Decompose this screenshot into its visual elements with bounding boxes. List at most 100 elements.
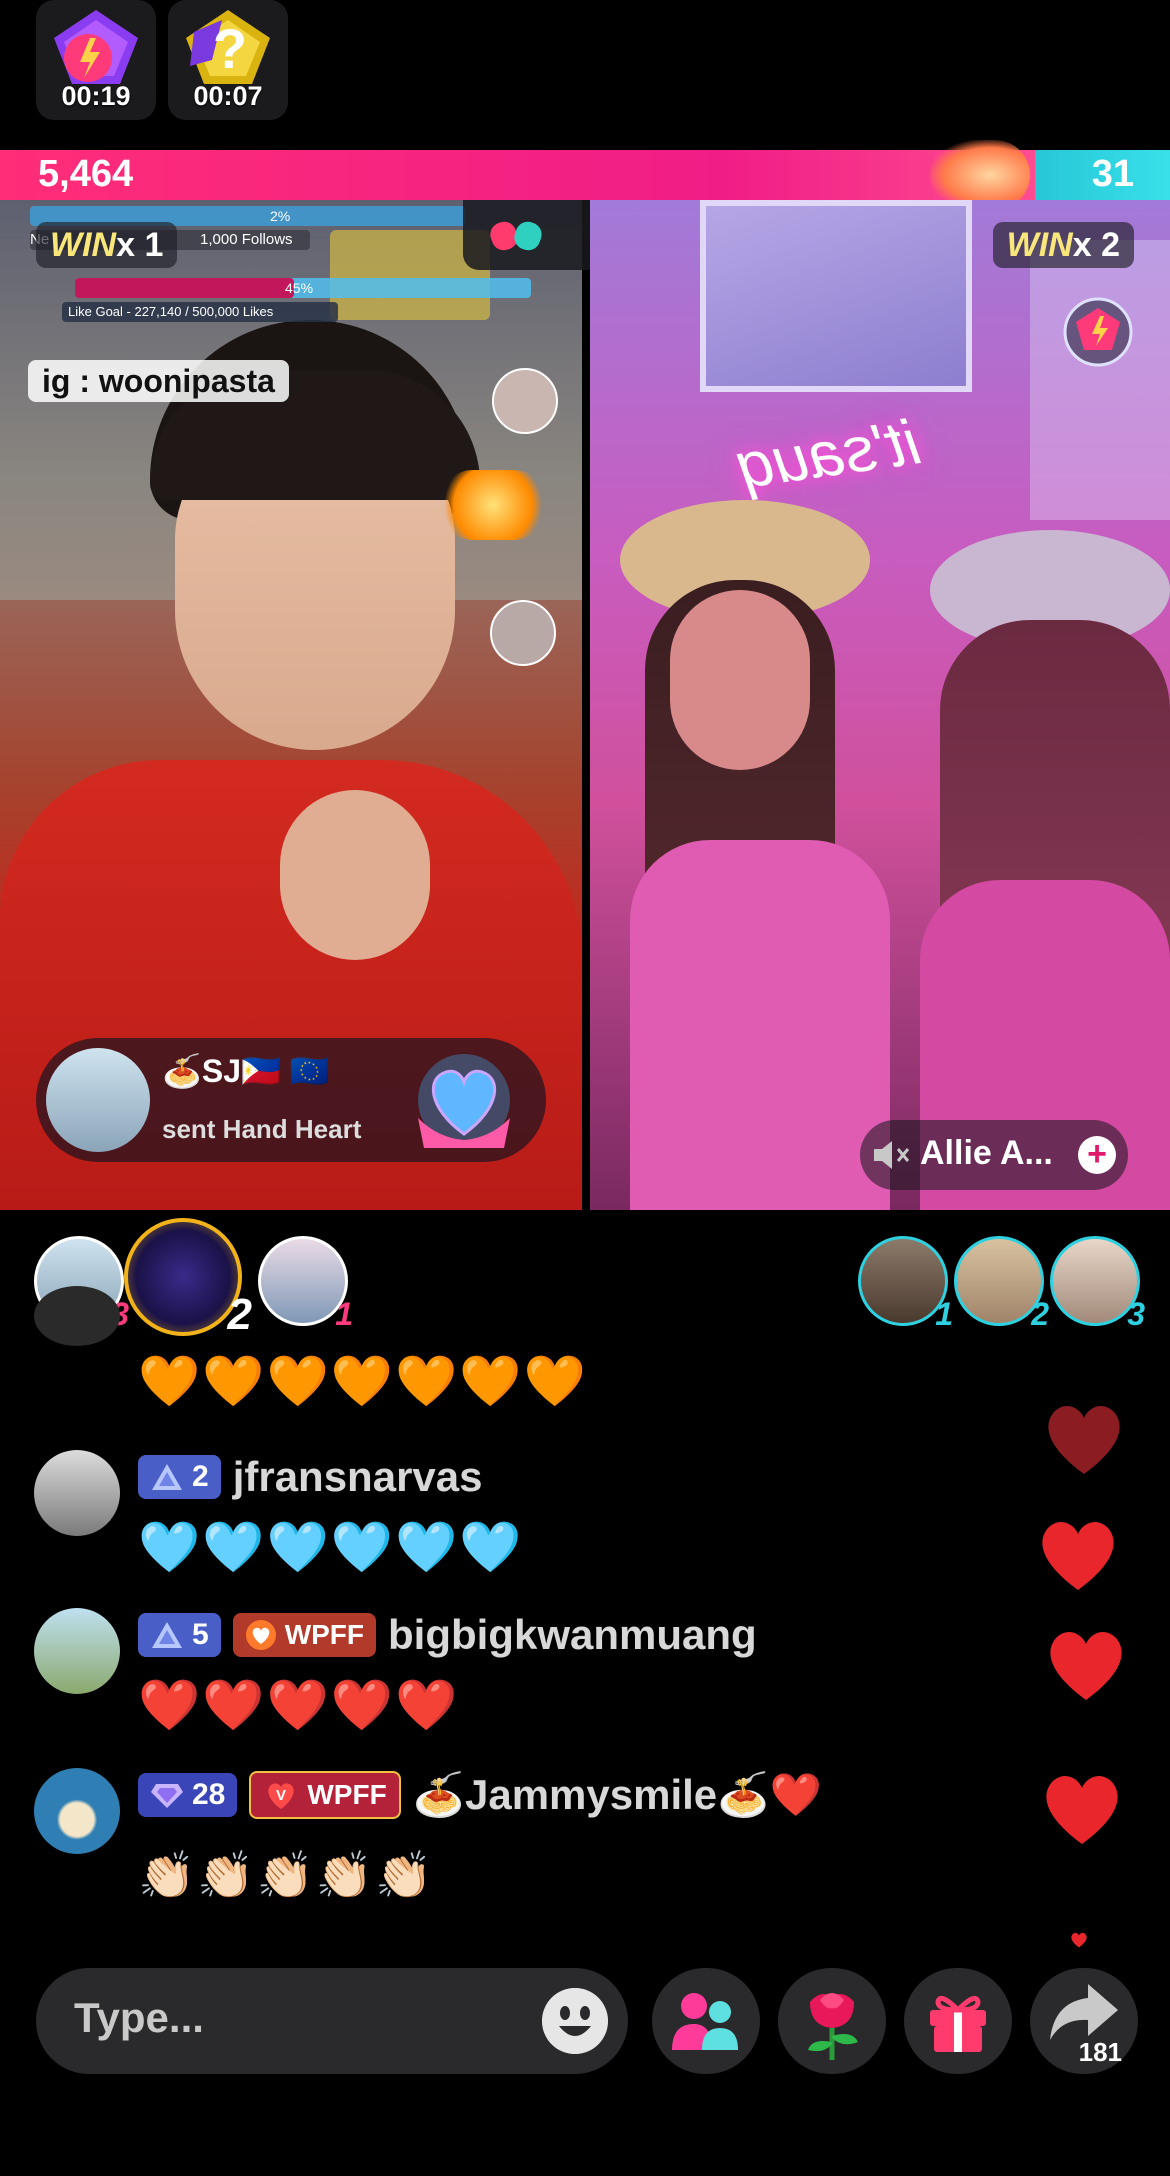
pasta-icon: 🍝 bbox=[162, 1053, 202, 1089]
multi-guest-icon bbox=[672, 1993, 738, 2050]
gift-sender-avatar bbox=[46, 1048, 150, 1152]
rose-icon bbox=[808, 1993, 858, 2060]
rose-gift-button[interactable] bbox=[778, 1968, 886, 2074]
fan-heart-icon bbox=[245, 1620, 276, 1650]
level-badge: 5 bbox=[138, 1613, 221, 1657]
gift-notification: 🍝SJ🇵🇭 🇪🇺 sent Hand Heart bbox=[36, 1038, 546, 1162]
fan-v-icon: V bbox=[268, 1783, 295, 1809]
level-number: 5 bbox=[192, 1618, 209, 1651]
like-goal-fill bbox=[75, 278, 294, 298]
gift-sender-name: 🍝SJ🇵🇭 🇪🇺 bbox=[162, 1052, 330, 1090]
pasta-sticker-icon bbox=[438, 470, 548, 540]
level-badge: 28 bbox=[138, 1773, 238, 1817]
chat-avatar bbox=[34, 1768, 120, 1854]
chat-username[interactable]: 🍝Jammysmile🍝❤️ bbox=[413, 1771, 822, 1820]
floating-heart-icon bbox=[1050, 1631, 1122, 1700]
win-count: x 1 bbox=[116, 226, 164, 264]
left-win-badge: WINx 1 bbox=[36, 222, 178, 268]
gift-sender-flags: 🇵🇭 🇪🇺 bbox=[240, 1053, 330, 1089]
boxing-gloves-icon bbox=[490, 221, 542, 251]
follow-goal-label-rest: 1,000 Follows bbox=[200, 231, 293, 248]
level-badge: 2 bbox=[138, 1455, 221, 1499]
chat-username[interactable]: bigbigkwanmuang bbox=[388, 1611, 757, 1659]
left-score-fill bbox=[0, 150, 1035, 200]
right-ranker-1[interactable]: 1 bbox=[858, 1236, 953, 1332]
rank-number: 3 bbox=[1127, 1296, 1145, 1332]
battle-score-bar: 5,464 31 bbox=[0, 140, 1170, 210]
fan-club-name: WPFF bbox=[307, 1779, 387, 1810]
chat-text: 🧡🧡🧡🧡🧡🧡🧡 bbox=[138, 1353, 588, 1409]
neon-sign: it'sauq bbox=[732, 405, 924, 503]
share-count: 181 bbox=[1078, 2037, 1122, 2067]
left-stream-video[interactable]: 2% Ne 1,000 Follows 45% Like Goal - 227,… bbox=[0, 200, 582, 1210]
right-stream-video[interactable]: it'sauq WINx 2 bbox=[590, 200, 1170, 1210]
chat-text: 👏🏻👏🏻👏🏻👏🏻👏🏻 bbox=[138, 1849, 435, 1901]
diamond-level-icon bbox=[151, 1784, 183, 1808]
lightning-boost-icon[interactable] bbox=[1062, 296, 1134, 368]
chat-message[interactable]: 2 jfransnarvas 🩵🩵🩵🩵🩵🩵 bbox=[34, 1450, 1084, 1600]
emoji-icon[interactable] bbox=[542, 1988, 608, 2054]
gift-sender-username: SJ bbox=[201, 1053, 241, 1089]
svg-text:V: V bbox=[276, 1787, 286, 1804]
chat-header: 5 WPFF bigbigkwanmuang bbox=[138, 1610, 757, 1660]
follow-goal-percent: 2% bbox=[270, 208, 291, 224]
timer-text: 00:19 bbox=[61, 81, 131, 111]
right-win-badge: WINx 2 bbox=[992, 222, 1134, 268]
right-host-pill[interactable]: Allie A... + bbox=[860, 1120, 1128, 1190]
win-word: WIN bbox=[50, 226, 117, 264]
share-button[interactable]: 181 bbox=[1030, 1968, 1138, 2074]
floating-heart-icon bbox=[1071, 1932, 1087, 1948]
left-score: 5,464 bbox=[38, 153, 134, 195]
floating-avatar bbox=[490, 600, 556, 666]
floating-heart-icon bbox=[1046, 1775, 1118, 1844]
fan-club-badge: WPFF bbox=[232, 1613, 376, 1657]
chat-text: ❤️❤️❤️❤️❤️ bbox=[138, 1677, 460, 1733]
chat-message[interactable]: 5 WPFF bigbigkwanmuang ❤️❤️❤️❤️❤️ bbox=[34, 1608, 1084, 1768]
question-timer-badge[interactable]: ? 00:07 bbox=[168, 0, 288, 120]
level-number: 28 bbox=[192, 1778, 226, 1811]
gift-button[interactable] bbox=[904, 1968, 1012, 2074]
comment-input[interactable]: Type... bbox=[36, 1968, 628, 2074]
comment-placeholder: Type... bbox=[74, 1994, 204, 2041]
gift-message: sent Hand Heart bbox=[162, 1114, 362, 1144]
right-ranker-3[interactable]: 3 bbox=[1050, 1236, 1145, 1332]
ig-handle-tag: ig : woonipasta bbox=[28, 360, 289, 402]
floating-heart-icon bbox=[1042, 1521, 1114, 1590]
like-goal-bar: 45% bbox=[75, 278, 531, 298]
chat-message[interactable]: 🧡🧡🧡🧡🧡🧡🧡 bbox=[34, 1286, 1084, 1426]
left-ranker-1[interactable]: 1 bbox=[258, 1236, 353, 1332]
chat-header: 28 V WPFF 🍝Jammysmile🍝❤️ bbox=[138, 1770, 822, 1820]
level-triangle-icon bbox=[152, 1464, 182, 1490]
fan-club-name: WPFF bbox=[284, 1619, 364, 1650]
floating-heart-icon bbox=[1048, 1405, 1120, 1474]
right-score: 31 bbox=[1091, 153, 1134, 195]
chat-header: 2 jfransnarvas bbox=[138, 1452, 483, 1502]
lightning-timer-badge[interactable]: 00:19 bbox=[36, 0, 156, 120]
chat-username[interactable]: jfransnarvas bbox=[233, 1453, 483, 1501]
wall-picture-frame bbox=[700, 200, 972, 392]
question-gem-icon: ? bbox=[186, 10, 270, 84]
hand-shape bbox=[280, 790, 430, 960]
win-word: WIN bbox=[1006, 226, 1073, 264]
right-ranker-2[interactable]: 2 bbox=[954, 1236, 1049, 1332]
wall-panel bbox=[1030, 240, 1170, 520]
guests-button[interactable] bbox=[652, 1968, 760, 2074]
level-triangle-icon bbox=[152, 1622, 182, 1648]
fan-club-badge: V WPFF bbox=[249, 1771, 401, 1819]
like-goal-percent: 45% bbox=[285, 280, 314, 296]
face-left bbox=[670, 590, 810, 770]
chat-avatar bbox=[34, 1450, 120, 1536]
chat-text: 🩵🩵🩵🩵🩵🩵 bbox=[138, 1519, 524, 1575]
level-number: 2 bbox=[192, 1460, 209, 1493]
like-goal-label: Like Goal - 227,140 / 500,000 Likes bbox=[62, 302, 338, 322]
hand-heart-gift-icon bbox=[418, 1054, 510, 1148]
outfit-left bbox=[630, 840, 890, 1210]
chat-avatar bbox=[34, 1286, 120, 1346]
share-arrow-icon bbox=[1050, 1984, 1118, 2040]
follow-plus-button[interactable]: + bbox=[1078, 1136, 1116, 1174]
muted-speaker-icon bbox=[874, 1141, 910, 1169]
timer-text: 00:07 bbox=[193, 81, 263, 111]
chat-message[interactable]: 28 V WPFF 🍝Jammysmile🍝❤️ 👏🏻👏🏻👏🏻👏🏻👏🏻 bbox=[34, 1768, 1084, 1928]
svg-text:?: ? bbox=[213, 17, 247, 80]
right-host-name: Allie A... bbox=[920, 1134, 1053, 1172]
